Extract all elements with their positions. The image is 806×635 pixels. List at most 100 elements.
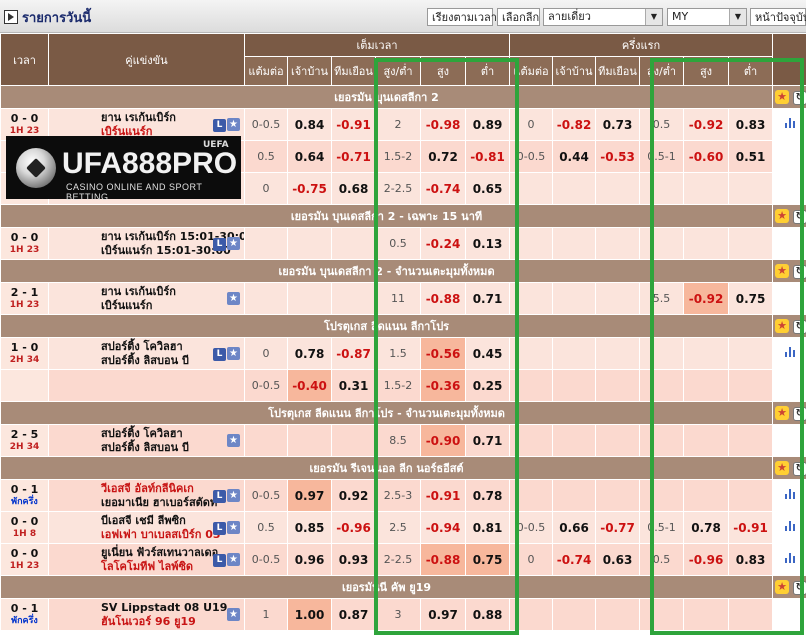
odds-ft-home[interactable]: 1.00 xyxy=(287,598,332,631)
odds-ft-under[interactable]: 0.78 xyxy=(464,479,511,512)
odds-ft-over[interactable]: -0.36 xyxy=(420,369,466,402)
favorite-star-icon[interactable]: ★ xyxy=(227,434,240,447)
stats-chart-icon[interactable] xyxy=(784,118,795,128)
odds-fh-under[interactable]: 0.83 xyxy=(728,543,774,576)
favorite-star-icon[interactable]: ★ xyxy=(227,521,240,534)
odds-fh-under[interactable]: 0.51 xyxy=(728,140,774,173)
refresh-icon[interactable]: ↻ xyxy=(792,580,806,595)
odds-ft-under[interactable]: 0.71 xyxy=(464,424,511,457)
odds-ft-home[interactable]: 0.78 xyxy=(287,337,332,370)
favorite-league-icon[interactable]: ★ xyxy=(775,208,790,223)
odds-fh-away[interactable]: -0.77 xyxy=(595,511,641,544)
odds-ft-home[interactable]: 0.96 xyxy=(287,543,332,576)
favorite-star-icon[interactable]: ★ xyxy=(227,553,240,566)
live-icon[interactable]: L xyxy=(213,490,226,503)
live-icon[interactable]: L xyxy=(213,522,226,535)
favorite-league-icon[interactable]: ★ xyxy=(775,318,790,333)
odds-ft-under[interactable]: 0.88 xyxy=(464,598,511,631)
select-league-button[interactable]: เลือกลีก xyxy=(497,8,540,26)
odds-ft-over[interactable]: -0.74 xyxy=(420,172,466,205)
favorite-star-icon[interactable]: ★ xyxy=(227,608,240,621)
odds-ft-home[interactable]: 0.84 xyxy=(287,108,332,141)
odds-ft-over[interactable]: -0.91 xyxy=(420,479,466,512)
odds-ft-under[interactable]: 0.25 xyxy=(464,369,511,402)
odds-ft-home[interactable]: -0.40 xyxy=(287,369,332,402)
stats-chart-icon[interactable] xyxy=(784,489,795,499)
favorite-league-icon[interactable]: ★ xyxy=(775,579,790,594)
live-icon[interactable]: L xyxy=(213,554,226,567)
odds-ft-away[interactable]: -0.96 xyxy=(331,511,376,544)
odds-ft-under[interactable]: 0.81 xyxy=(464,511,511,544)
odds-fh-under[interactable]: 0.83 xyxy=(728,108,774,141)
odds-fh-over[interactable]: -0.92 xyxy=(683,108,730,141)
favorite-star-icon[interactable]: ★ xyxy=(227,489,240,502)
odds-ft-under[interactable]: 0.89 xyxy=(464,108,511,141)
odds-fh-home[interactable]: 0.44 xyxy=(552,140,597,173)
odds-fh-under[interactable]: 0.75 xyxy=(728,282,774,315)
odds-ft-under[interactable]: -0.81 xyxy=(464,140,511,173)
odds-ft-under[interactable]: 0.13 xyxy=(464,227,511,260)
market-select[interactable]: ลายเดี่ยว ▼ xyxy=(543,8,663,26)
odds-ft-away[interactable]: 0.87 xyxy=(331,598,376,631)
refresh-icon[interactable]: ↻ xyxy=(792,406,806,421)
refresh-icon[interactable]: ↻ xyxy=(792,264,806,279)
odds-ft-over[interactable]: -0.94 xyxy=(420,511,466,544)
odds-fh-over[interactable]: 0.78 xyxy=(683,511,730,544)
odds-ft-under[interactable]: 0.65 xyxy=(464,172,511,205)
favorite-league-icon[interactable]: ★ xyxy=(775,405,790,420)
odds-fh-over[interactable]: -0.92 xyxy=(683,282,730,315)
odds-ft-away[interactable]: 0.68 xyxy=(331,172,376,205)
odds-ft-away[interactable]: 0.93 xyxy=(331,543,376,576)
refresh-icon[interactable]: ↻ xyxy=(792,319,806,334)
collapse-icon[interactable] xyxy=(4,10,18,24)
odds-fh-over[interactable]: -0.96 xyxy=(683,543,730,576)
odds-ft-under[interactable]: 0.75 xyxy=(464,543,511,576)
odds-ft-home[interactable]: 0.85 xyxy=(287,511,332,544)
odds-ft-away[interactable]: -0.91 xyxy=(331,108,376,141)
live-icon[interactable]: L xyxy=(213,348,226,361)
odds-ft-away[interactable]: -0.71 xyxy=(331,140,376,173)
live-icon[interactable]: L xyxy=(213,238,226,251)
odds-fh-under[interactable]: -0.91 xyxy=(728,511,774,544)
odds-ft-away[interactable]: -0.87 xyxy=(331,337,376,370)
odds-fh-away[interactable]: -0.53 xyxy=(595,140,641,173)
odds-type-select[interactable]: MY ▼ xyxy=(667,8,747,26)
odds-ft-home[interactable]: 0.64 xyxy=(287,140,332,173)
odds-fh-home[interactable]: -0.74 xyxy=(552,543,597,576)
today-button[interactable]: หน้าปัจจุบัน xyxy=(750,8,806,26)
odds-ft-home[interactable]: -0.75 xyxy=(287,172,332,205)
favorite-star-icon[interactable]: ★ xyxy=(227,292,240,305)
odds-ft-under[interactable]: 0.71 xyxy=(464,282,511,315)
refresh-icon[interactable]: ↻ xyxy=(792,461,806,476)
odds-fh-over[interactable]: -0.60 xyxy=(683,140,730,173)
odds-ft-over[interactable]: -0.56 xyxy=(420,337,466,370)
refresh-icon[interactable]: ↻ xyxy=(792,209,806,224)
favorite-league-icon[interactable]: ★ xyxy=(775,89,790,104)
favorite-league-icon[interactable]: ★ xyxy=(775,263,790,278)
odds-ft-away[interactable]: 0.31 xyxy=(331,369,376,402)
odds-ft-away[interactable]: 0.92 xyxy=(331,479,376,512)
odds-fh-away[interactable]: 0.63 xyxy=(595,543,641,576)
odds-ft-home[interactable]: 0.97 xyxy=(287,479,332,512)
stats-chart-icon[interactable] xyxy=(784,553,795,563)
odds-ft-over[interactable]: 0.72 xyxy=(420,140,466,173)
odds-ft-over[interactable]: 0.97 xyxy=(420,598,466,631)
odds-fh-away[interactable]: 0.73 xyxy=(595,108,641,141)
live-icon[interactable]: L xyxy=(213,119,226,132)
odds-ft-over[interactable]: -0.88 xyxy=(420,282,466,315)
odds-ft-over[interactable]: -0.24 xyxy=(420,227,466,260)
odds-ft-over[interactable]: -0.90 xyxy=(420,424,466,457)
favorite-league-icon[interactable]: ★ xyxy=(775,460,790,475)
odds-ft-over[interactable]: -0.88 xyxy=(420,543,466,576)
odds-fh-home[interactable]: 0.66 xyxy=(552,511,597,544)
stats-chart-icon[interactable] xyxy=(784,521,795,531)
refresh-icon[interactable]: ↻ xyxy=(792,90,806,105)
stats-chart-icon[interactable] xyxy=(784,347,795,357)
odds-ft-over[interactable]: -0.98 xyxy=(420,108,466,141)
sort-by-time-button[interactable]: เรียงตามเวลา xyxy=(427,8,497,26)
odds-ft-under[interactable]: 0.45 xyxy=(464,337,511,370)
favorite-star-icon[interactable]: ★ xyxy=(227,118,240,131)
favorite-star-icon[interactable]: ★ xyxy=(227,237,240,250)
favorite-star-icon[interactable]: ★ xyxy=(227,347,240,360)
odds-fh-home[interactable]: -0.82 xyxy=(552,108,597,141)
